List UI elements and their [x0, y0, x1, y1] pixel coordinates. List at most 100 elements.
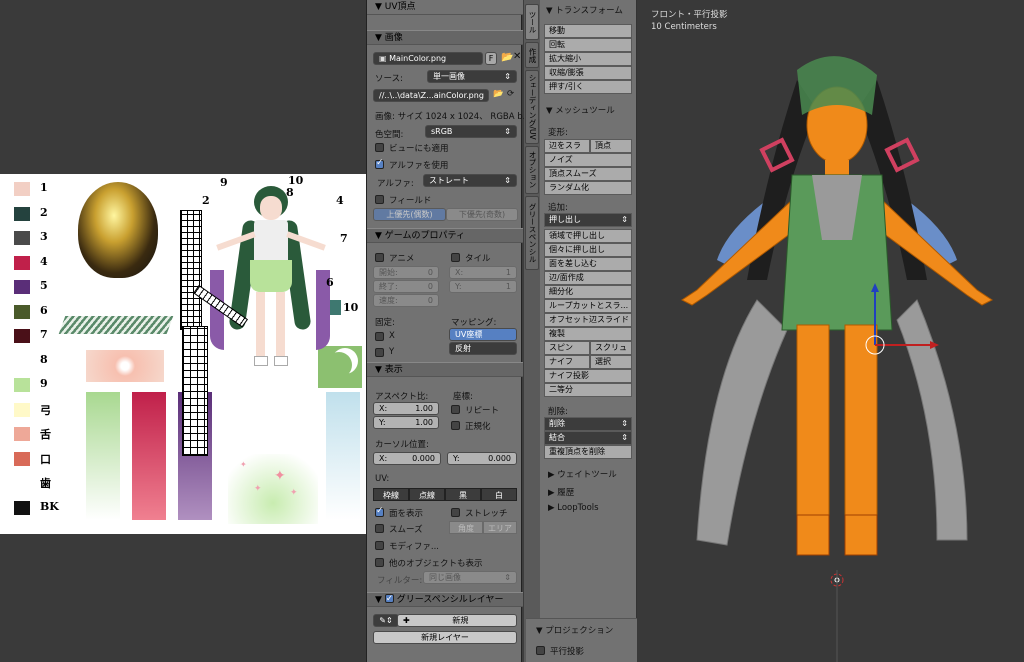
add-tool-button[interactable]: 複製 — [544, 327, 632, 341]
colorspace-select[interactable]: sRGB ⇕ — [425, 125, 517, 138]
uv-mode-white[interactable]: 白 — [481, 488, 517, 501]
noise-button[interactable]: ノイズ — [544, 153, 632, 167]
game-properties-header[interactable]: ▼ ゲームのプロパティ — [367, 228, 523, 243]
knife-button[interactable]: ナイフ — [544, 355, 590, 369]
properties-panel[interactable]: ▼ UV頂点 ▼ 画像 ▣ MainColor.png F 📂 ✕ ソース: 単… — [366, 0, 531, 662]
mapping-reflection-button[interactable]: 反射 — [449, 342, 517, 355]
add-tool-button[interactable]: 個々に押し出し — [544, 243, 632, 257]
clamp-x-checkbox[interactable] — [375, 332, 384, 341]
transform-button[interactable]: 拡大縮小 — [544, 52, 632, 66]
edge-slide-button[interactable]: 辺をスラ — [544, 139, 590, 153]
uv-mode-dash[interactable]: 点線 — [409, 488, 445, 501]
knife-select-button[interactable]: 選択 — [590, 355, 632, 369]
fake-user-button[interactable]: F — [485, 52, 497, 65]
gp-pencil-select[interactable]: ✎⇕ — [373, 614, 399, 627]
normalize-checkbox[interactable] — [451, 421, 460, 430]
transform-button[interactable]: 押す/引く — [544, 80, 632, 94]
aspect-y-field[interactable]: Y: 1.00 — [373, 416, 439, 429]
tiles-y-field[interactable]: Y: 1 — [449, 280, 517, 293]
transform-header[interactable]: ▼ トランスフォーム — [546, 4, 623, 16]
tab-shading-uv[interactable]: シェーディング/UV — [525, 70, 539, 144]
cursor-x-field[interactable]: X: 0.000 — [373, 452, 441, 465]
upper-first-button[interactable]: 上優先(偶数) — [373, 208, 446, 221]
add-tool-button[interactable]: 領域で押し出し — [544, 229, 632, 243]
image-panel-header[interactable]: ▼ 画像 — [367, 30, 523, 45]
clamp-y-checkbox[interactable] — [375, 348, 384, 357]
extrude-select[interactable]: 押し出し ⇕ — [544, 213, 632, 227]
color-swatch-label: 舌 — [40, 428, 51, 441]
image-name-field[interactable]: ▣ MainColor.png — [373, 52, 483, 65]
source-select[interactable]: 単一画像 ⇕ — [427, 70, 517, 83]
alpha-select[interactable]: ストレート ⇕ — [423, 174, 517, 187]
character-model[interactable] — [637, 0, 1024, 662]
animation-checkbox[interactable] — [375, 253, 384, 262]
stretch-checkbox[interactable] — [451, 508, 460, 517]
add-tool-button[interactable]: 辺/面作成 — [544, 271, 632, 285]
anim-end-field[interactable]: 終了: 0 — [373, 280, 439, 293]
stretch-angle-button[interactable]: 角度 — [449, 521, 483, 534]
vertex-slide-button[interactable]: 頂点 — [590, 139, 632, 153]
repeat-checkbox[interactable] — [451, 405, 460, 414]
transform-button[interactable]: 収縮/膨張 — [544, 66, 632, 80]
tiles-checkbox[interactable] — [451, 253, 460, 262]
stretch-area-button[interactable]: エリア — [483, 521, 517, 534]
transform-button[interactable]: 移動 — [544, 24, 632, 38]
screw-button[interactable]: スクリュ — [590, 341, 632, 355]
unlink-icon[interactable]: ✕ — [513, 51, 521, 62]
aspect-x-field[interactable]: X: 1.00 — [373, 402, 439, 415]
modified-checkbox[interactable] — [375, 541, 384, 550]
weight-tools-header[interactable]: ▶ ウェイトツール — [548, 468, 617, 480]
uv-mode-outline[interactable]: 枠線 — [373, 488, 409, 501]
file-browse-icon[interactable]: 📂 — [493, 89, 504, 99]
tab-tools[interactable]: ツール — [525, 4, 539, 40]
history-header[interactable]: ▶ 履歴 — [548, 486, 574, 498]
spin-button[interactable]: スピン — [544, 341, 590, 355]
projection-header[interactable]: ▼ プロジェクション — [536, 624, 613, 636]
smooth-vertex-button[interactable]: 頂点スムーズ — [544, 167, 632, 181]
anim-start-field[interactable]: 開始: 0 — [373, 266, 439, 279]
smooth-checkbox[interactable] — [375, 524, 384, 533]
mapping-uv-button[interactable]: UV座標 — [449, 328, 517, 341]
other-objects-checkbox[interactable] — [375, 558, 384, 567]
add-tool-button[interactable]: 面を差し込む — [544, 257, 632, 271]
display-panel-header[interactable]: ▼ 表示 — [367, 362, 523, 377]
bisect-button[interactable]: 二等分 — [544, 383, 632, 397]
gp-new-button[interactable]: ✚ 新規 — [397, 614, 517, 627]
looptools-header[interactable]: ▶ LoopTools — [548, 503, 599, 513]
reload-icon[interactable]: ⟳ — [507, 89, 514, 99]
merge-select[interactable]: 結合 ⇕ — [544, 431, 632, 445]
use-alpha-checkbox[interactable] — [375, 158, 384, 169]
gp-layers-header[interactable]: ▼ グリースペンシルレイヤー — [367, 592, 523, 607]
cursor-y-field[interactable]: Y: 0.000 — [447, 452, 517, 465]
remove-doubles-button[interactable]: 重複頂点を削除 — [544, 445, 632, 459]
add-tool-button[interactable]: 細分化 — [544, 285, 632, 299]
delete-select[interactable]: 削除 ⇕ — [544, 417, 632, 431]
tool-shelf[interactable]: ▼ トランスフォーム 移動 回転 拡大縮小 収縮/膨張 押す/引く ▼ メッシュツール … — [526, 0, 637, 662]
anim-speed-field[interactable]: 速度: 0 — [373, 294, 439, 307]
uv-vertex-header[interactable]: ▼ UV頂点 — [367, 0, 523, 15]
lower-first-button[interactable]: 下優先(奇数) — [446, 208, 518, 221]
tab-options[interactable]: オプション — [525, 146, 539, 194]
randomize-button[interactable]: ランダム化 — [544, 181, 632, 195]
tab-grease-pencil[interactable]: グリースペンシル — [525, 196, 539, 270]
view-as-render-checkbox[interactable] — [375, 143, 384, 152]
transform-button[interactable]: 回転 — [544, 38, 632, 52]
uv-image-editor[interactable]: 1 2 3 4 5 6 7 8 9 弓舌口歯 BK 10 ✦ ✦ ✦ ✦ 9 10 2 8 4 7 … — [0, 0, 366, 662]
tab-create[interactable]: 作成 — [525, 42, 539, 68]
other-objects-label: 他のオブジェクトも表示 — [389, 559, 483, 569]
uv-mode-black[interactable]: 黒 — [445, 488, 481, 501]
filter-select[interactable]: 同じ画像 ⇕ — [423, 571, 517, 584]
gp-layers-checkbox[interactable] — [384, 592, 394, 606]
add-tool-button[interactable]: ループカットとスラ... — [544, 299, 632, 313]
tiles-x-field[interactable]: X: 1 — [449, 266, 517, 279]
faces-checkbox[interactable] — [375, 506, 384, 517]
add-tool-button[interactable]: オフセット辺スライド — [544, 313, 632, 327]
open-folder-icon[interactable]: 📂 — [501, 52, 513, 63]
filepath-field[interactable]: //..\..\data\Z...ainColor.png — [373, 89, 489, 102]
knife-project-button[interactable]: ナイフ投影 — [544, 369, 632, 383]
gp-new-layer-button[interactable]: 新規レイヤー — [373, 631, 517, 644]
3d-viewport[interactable]: フロント・平行投影 10 Centimeters — [637, 0, 1024, 662]
ortho-checkbox[interactable] — [536, 646, 545, 655]
mesh-tools-header[interactable]: ▼ メッシュツール — [546, 104, 615, 116]
fields-checkbox[interactable] — [375, 195, 384, 204]
